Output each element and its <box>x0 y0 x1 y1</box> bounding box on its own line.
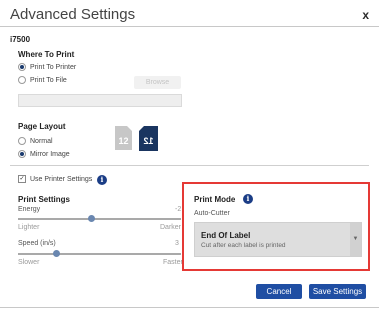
header-divider <box>0 26 379 27</box>
page-fold-icon <box>127 126 132 131</box>
auto-cutter-label: Auto-Cutter <box>194 210 230 217</box>
section-divider <box>10 165 369 166</box>
normal-layout-icon: 12 <box>115 126 132 150</box>
info-icon[interactable]: i <box>97 175 107 185</box>
speed-value: 3 <box>175 240 179 247</box>
radio-label: Print To File <box>30 76 67 84</box>
speed-label: Speed (in/s) <box>18 240 56 247</box>
print-mode-selected-desc: Cut after each label is printed <box>201 242 286 249</box>
radio-label: Normal <box>30 137 53 145</box>
speed-min-label: Slower <box>18 259 40 266</box>
radio-unchecked-icon[interactable] <box>18 76 26 84</box>
radio-checked-icon[interactable] <box>18 150 26 158</box>
radio-print-to-printer[interactable]: Print To Printer <box>18 63 76 71</box>
radio-normal[interactable]: Normal <box>18 137 53 145</box>
print-mode-select[interactable]: End Of Label Cut after each label is pri… <box>194 222 362 257</box>
footer-divider <box>0 307 379 308</box>
print-mode-heading: Print Mode <box>194 195 236 204</box>
mirror-layout-icon-text: 12 <box>143 136 154 146</box>
checkbox-checked-icon[interactable]: ✓ <box>18 175 26 183</box>
mirror-layout-icon: 12 <box>139 126 158 151</box>
save-settings-button[interactable]: Save Settings <box>309 284 366 299</box>
use-printer-settings-checkbox[interactable]: ✓ Use Printer Settings <box>18 175 92 183</box>
where-to-print-heading: Where To Print <box>18 50 75 59</box>
speed-slider-track[interactable] <box>18 253 181 255</box>
radio-unchecked-icon[interactable] <box>18 137 26 145</box>
radio-print-to-file[interactable]: Print To File <box>18 76 67 84</box>
close-icon[interactable]: x <box>362 8 369 22</box>
browse-button[interactable]: Browse <box>134 76 181 89</box>
speed-max-label: Faster <box>163 259 183 266</box>
radio-label: Mirror Image <box>30 150 70 158</box>
energy-slider-thumb[interactable] <box>88 215 95 222</box>
speed-slider-thumb[interactable] <box>53 250 60 257</box>
page-layout-heading: Page Layout <box>18 122 66 131</box>
energy-label: Energy <box>18 206 41 213</box>
energy-min-label: Lighter <box>18 224 40 231</box>
cancel-button[interactable]: Cancel <box>256 284 302 299</box>
radio-mirror-image[interactable]: Mirror Image <box>18 150 70 158</box>
energy-max-label: Darker <box>160 224 182 231</box>
energy-value: -2 <box>175 206 182 213</box>
file-path-input[interactable] <box>18 94 182 107</box>
energy-slider-track[interactable] <box>18 218 181 220</box>
printer-model: i7500 <box>10 35 31 44</box>
radio-label: Print To Printer <box>30 63 77 71</box>
chevron-down-icon[interactable]: ▼ <box>350 223 361 256</box>
print-settings-heading: Print Settings <box>18 195 71 204</box>
page-fold-icon <box>139 126 144 131</box>
checkbox-label: Use Printer Settings <box>30 175 93 183</box>
radio-checked-icon[interactable] <box>18 63 26 71</box>
normal-layout-icon-text: 12 <box>118 136 129 146</box>
info-icon[interactable]: i <box>243 194 253 204</box>
dialog-title: Advanced Settings <box>10 6 136 23</box>
print-mode-selected-title: End Of Label <box>201 231 251 240</box>
